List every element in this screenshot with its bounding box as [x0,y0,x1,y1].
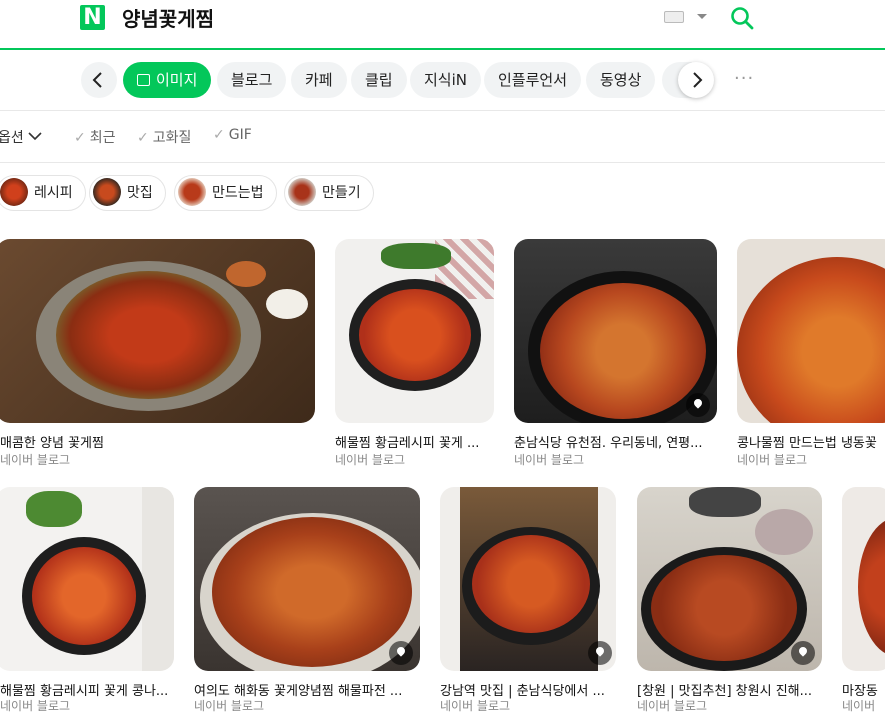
result-image[interactable] [637,487,822,671]
filter-gif[interactable]: ✓ GIF [213,127,252,143]
result-image[interactable] [514,239,717,423]
tab-blog[interactable]: 블로그 [217,62,287,98]
result-title[interactable]: 콩나물찜 만드는법 냉동꽃 [737,432,885,451]
location-pin-icon[interactable] [588,641,612,665]
tab-cafe[interactable]: 카페 [291,62,347,98]
tab-influencer[interactable]: 인플루언서 [484,62,582,98]
result-source[interactable]: 네이버 블로그 [0,451,70,468]
chip-thumbnail [0,178,28,206]
search-icon[interactable] [730,6,754,30]
chip-label: 만들기 [322,185,361,201]
tab-clip[interactable]: 클립 [351,62,407,98]
divider [0,162,885,163]
check-icon: ✓ [74,130,86,146]
chip-restaurant[interactable]: 맛집 [89,175,166,211]
chevron-left-icon [92,72,102,88]
tab-video[interactable]: 동영상 [586,62,656,98]
result-image[interactable] [842,487,885,671]
filter-hq[interactable]: ✓ 고화질 [137,127,191,147]
result-image[interactable] [737,239,885,423]
result-image[interactable] [0,239,315,423]
result-source[interactable]: 네이버 블로그 [514,451,584,468]
search-query[interactable]: 양념꽃게찜 [122,3,214,32]
filter-label: 최근 [89,130,116,146]
header: N 양념꽃게찜 [0,0,885,50]
result-title[interactable]: 해물찜 황금레시피 꽃게 ... [335,432,490,451]
result-source[interactable]: 네이버 블로그 [194,697,264,714]
chip-label: 레시피 [34,185,73,201]
location-pin-icon[interactable] [686,393,710,417]
result-source[interactable]: 네이버 블로그 [0,697,70,714]
naver-logo[interactable]: N [80,5,105,30]
chevron-down-icon [28,132,42,141]
chip-how-to-make[interactable]: 만드는법 [174,175,277,211]
filter-recent[interactable]: ✓ 최근 [74,127,116,147]
result-source[interactable]: 네이버 블로그 [637,697,707,714]
check-icon: ✓ [137,130,149,146]
result-image[interactable] [194,487,420,671]
chip-thumbnail [288,178,316,206]
tab-label: 이미지 [156,71,198,89]
filter-label: GIF [228,127,252,143]
tab-image[interactable]: 이미지 [123,62,212,98]
options-toggle[interactable]: 옵션 [0,127,42,147]
chip-label: 만드는법 [212,185,264,201]
chip-recipe[interactable]: 레시피 [0,175,86,211]
result-title[interactable]: 춘남식당 유천점. 우리동네, 연평... [514,432,714,451]
location-pin-icon[interactable] [389,641,413,665]
tab-next-button[interactable] [678,62,714,98]
chip-thumbnail [93,178,121,206]
result-source[interactable]: 네이버 블로그 [440,697,510,714]
chip-thumbnail [178,178,206,206]
keyboard-icon[interactable] [664,11,684,23]
result-source[interactable]: 네이버 [842,697,875,714]
more-icon[interactable]: ··· [734,68,754,89]
location-pin-icon[interactable] [791,641,815,665]
filter-label: 고화질 [152,130,192,146]
chevron-down-icon[interactable] [697,14,707,19]
chip-making[interactable]: 만들기 [284,175,374,211]
chip-label: 맛집 [127,185,153,201]
result-image[interactable] [0,487,174,671]
divider [0,110,885,111]
result-image[interactable] [440,487,616,671]
result-image[interactable] [335,239,494,423]
chevron-right-icon [693,72,703,88]
tab-kin[interactable]: 지식iN [410,62,481,98]
image-icon [137,74,150,86]
result-title[interactable]: 매콤한 양념 꽃게찜 [0,432,300,451]
result-source[interactable]: 네이버 블로그 [737,451,807,468]
result-source[interactable]: 네이버 블로그 [335,451,405,468]
tab-bar: 이미지 블로그 카페 클립 지식iN 인플루언서 동영상 ··· [0,60,885,102]
check-icon: ✓ [213,127,225,143]
tab-prev-button[interactable] [81,62,117,98]
options-label: 옵션 [0,130,24,146]
